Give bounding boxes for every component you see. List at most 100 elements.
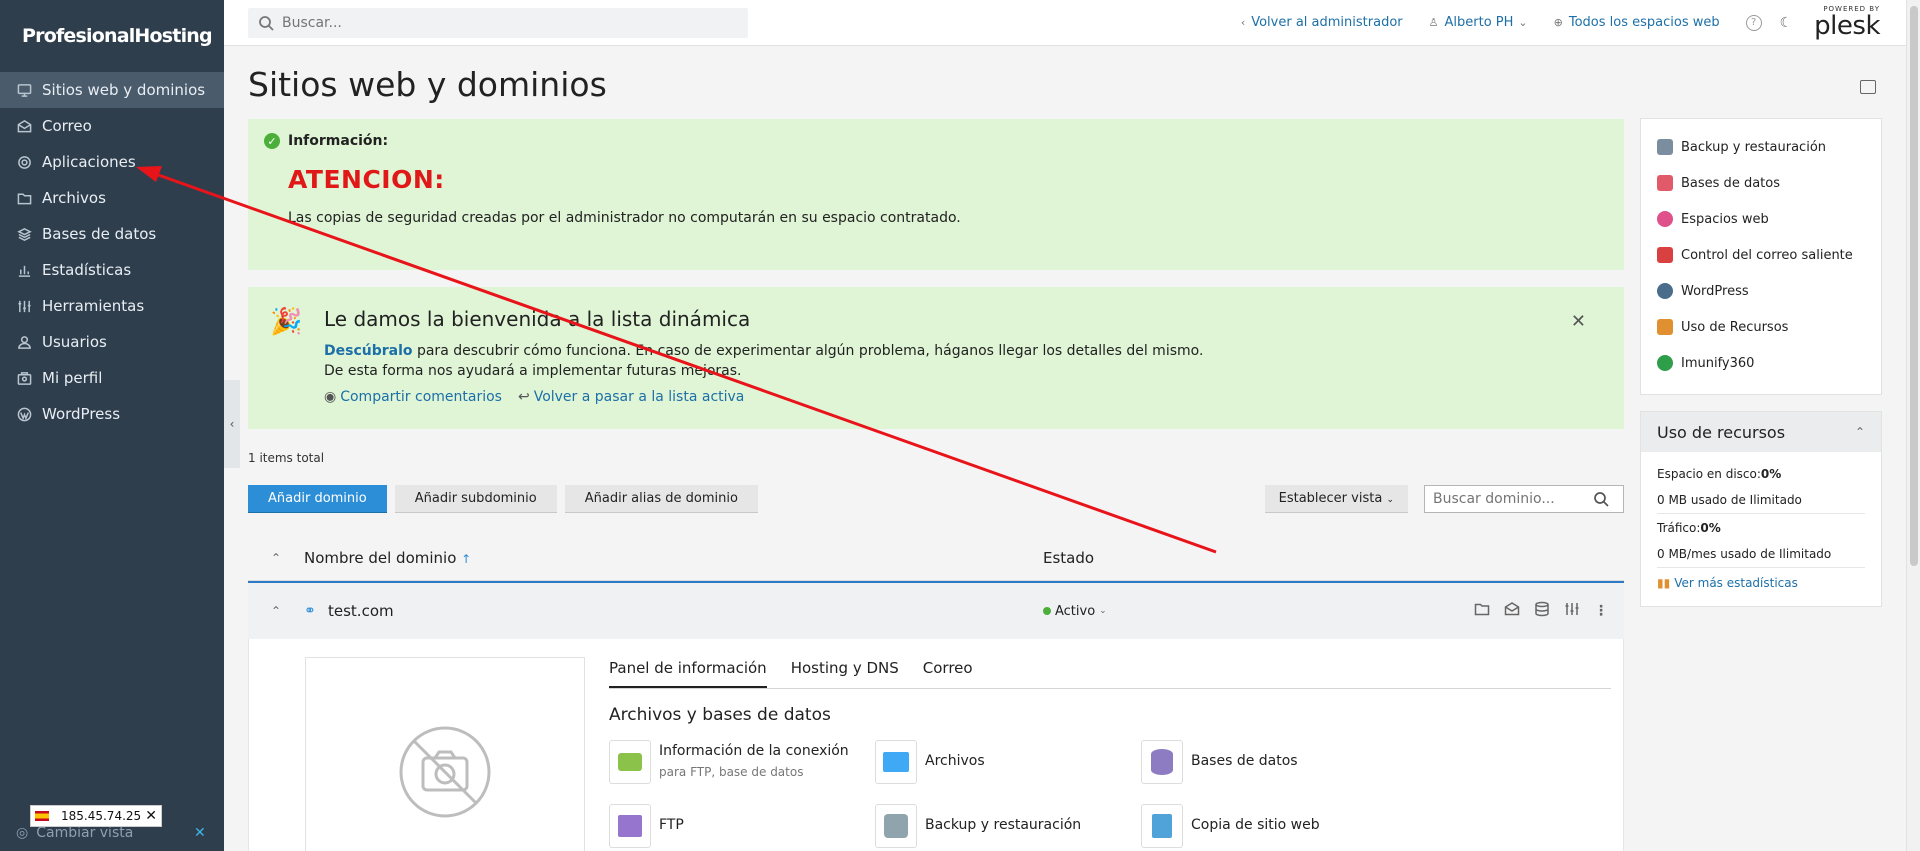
theme-moon-icon[interactable]: ☾ [1780, 15, 1793, 31]
all-spaces-link[interactable]: ⊕ Todos los espacios web [1554, 15, 1720, 30]
chevron-up-icon[interactable]: ⌃ [1855, 425, 1865, 439]
quick-link-imunify[interactable]: Imunify360 [1657, 345, 1865, 381]
sidebar-item-wordpress[interactable]: WordPress [0, 396, 224, 432]
tile-title: Información de la conexión [659, 743, 849, 759]
info-panel: ✓ Información: ATENCION: Las copias de s… [248, 119, 1624, 270]
sidebar-collapse-handle[interactable]: ‹ [224, 380, 240, 468]
webspace-icon [1657, 211, 1673, 227]
set-view-button[interactable]: Establecer vista ⌄ [1264, 485, 1408, 513]
add-subdomain-button[interactable]: Añadir subdominio [394, 485, 557, 513]
search-icon [259, 15, 274, 31]
tile-title: Backup y restauración [925, 817, 1082, 833]
globe-icon: ⊕ [1553, 16, 1563, 29]
quick-link-wordpress[interactable]: WordPress [1657, 273, 1865, 309]
database-icon[interactable] [1534, 601, 1550, 621]
sidebar-item-mi-perfil[interactable]: Mi perfil [0, 360, 224, 396]
quick-link-webspaces[interactable]: Espacios web [1657, 201, 1865, 237]
tile-backup[interactable]: Backup y restauración [875, 804, 1081, 848]
disk-value: 0% [1760, 466, 1782, 481]
global-search[interactable] [248, 7, 748, 38]
info-header: ✓ Información: [264, 133, 1608, 149]
quick-link-databases[interactable]: Bases de datos [1657, 165, 1865, 201]
copy-icon [1141, 804, 1183, 848]
welcome-title: Le damos la bienvenida a la lista dinámi… [324, 307, 751, 331]
help-icon[interactable]: ? [1745, 14, 1762, 31]
quick-link-backup[interactable]: Backup y restauración [1657, 129, 1865, 165]
user-menu[interactable]: ♙ Alberto PH ⌄ [1429, 15, 1528, 30]
sidebar-item-archivos[interactable]: Archivos [0, 180, 224, 216]
close-icon[interactable]: ✕ [145, 808, 157, 824]
sidebar-item-usuarios[interactable]: Usuarios [0, 324, 224, 360]
tab-hosting-dns[interactable]: Hosting y DNS [791, 659, 899, 688]
page-title: Sitios web y dominios [248, 65, 607, 104]
tab-panel-informacion[interactable]: Panel de información [609, 659, 767, 688]
tile-ftp[interactable]: FTP [609, 804, 684, 848]
sidebar-item-bases-de-datos[interactable]: Bases de datos [0, 216, 224, 252]
quick-link-resource-usage[interactable]: Uso de Recursos [1657, 309, 1865, 345]
domain-name[interactable]: test.com [328, 602, 1043, 620]
more-stats-label: Ver más estadísticas [1674, 576, 1798, 590]
mail-icon [16, 118, 32, 134]
close-icon[interactable]: ✕ [1571, 311, 1586, 332]
tile-title: Archivos [925, 753, 985, 769]
resource-usage-header[interactable]: Uso de recursos ⌃ [1641, 412, 1881, 452]
tile-title: Copia de sitio web [1191, 817, 1320, 833]
more-stats-link[interactable]: ▮▮ Ver más estadísticas [1657, 568, 1865, 598]
section-title: Archivos y bases de datos [609, 705, 831, 725]
folder-icon [875, 740, 917, 784]
search-icon[interactable] [1593, 491, 1609, 507]
share-feedback-link[interactable]: ◉ Compartir comentarios [324, 389, 502, 405]
folder-icon[interactable] [1474, 601, 1490, 621]
tile-copy-site[interactable]: Copia de sitio web [1141, 804, 1320, 848]
chevron-up-icon[interactable]: ⌃ [248, 604, 304, 618]
quick-link-label: Control del correo saliente [1681, 247, 1853, 263]
col-domain-name[interactable]: Nombre del dominio ↑ [304, 549, 1043, 567]
add-domain-button[interactable]: Añadir dominio [248, 485, 387, 513]
sidebar-item-correo[interactable]: Correo [0, 108, 224, 144]
domain-search-input[interactable] [1425, 491, 1593, 507]
collapse-all-icon[interactable]: ⌃ [248, 551, 304, 565]
sidebar-item-label: Herramientas [42, 297, 145, 315]
cambiar-vista-button[interactable]: ◎ Cambiar vista ✕ [16, 825, 206, 841]
back-to-admin-link[interactable]: ‹ Volver al administrador [1241, 15, 1403, 30]
sidebar-item-sitios[interactable]: Sitios web y dominios [0, 72, 224, 108]
search-input[interactable] [282, 14, 722, 31]
resource-usage-card: Uso de recursos ⌃ Espacio en disco: 0% 0 … [1640, 411, 1882, 607]
sidebar-item-aplicaciones[interactable]: Aplicaciones [0, 144, 224, 180]
traffic-usage-detail: 0 MB/mes usado de Ilimitado [1657, 541, 1865, 568]
right-panel-toggle-icon[interactable] [1860, 80, 1876, 94]
sliders-icon[interactable] [1564, 601, 1580, 621]
add-alias-button[interactable]: Añadir alias de dominio [564, 485, 758, 513]
welcome-desc-text: para descubrir cómo funciona. En caso de… [324, 343, 1204, 379]
sidebar-nav: Sitios web y dominios Correo Aplicacione… [0, 72, 224, 432]
tile-files[interactable]: Archivos [875, 740, 985, 784]
right-sidebar: Backup y restauración Bases de datos Esp… [1640, 118, 1882, 607]
backup-icon [1657, 139, 1673, 155]
status-badge[interactable]: Activo ⌄ [1043, 604, 1107, 619]
back-to-active-list-link[interactable]: ↩ Volver a pasar a la lista activa [518, 389, 744, 405]
mail-icon[interactable] [1504, 601, 1520, 621]
more-vertical-icon[interactable]: ⋮ [1594, 603, 1608, 619]
status-dot [1043, 607, 1051, 615]
col-status[interactable]: Estado [1043, 549, 1094, 567]
brand-logo[interactable]: ProfesionalHosting [0, 0, 224, 72]
sidebar-item-estadisticas[interactable]: Estadísticas [0, 252, 224, 288]
quick-links-card: Backup y restauración Bases de datos Esp… [1640, 118, 1882, 395]
quick-link-mail-control[interactable]: Control del correo saliente [1657, 237, 1865, 273]
tab-correo[interactable]: Correo [923, 659, 973, 688]
tile-connection-info[interactable]: Información de la conexión para FTP, base… [609, 740, 849, 784]
quick-link-label: Imunify360 [1681, 355, 1755, 371]
monitor-icon [16, 82, 32, 98]
tile-databases[interactable]: Bases de datos [1141, 740, 1298, 784]
close-icon[interactable]: ✕ [194, 825, 206, 841]
discover-link[interactable]: Descúbralo [324, 343, 413, 359]
scrollbar-thumb[interactable] [1910, 6, 1918, 566]
domain-search[interactable] [1424, 485, 1624, 513]
page-scrollbar[interactable] [1906, 0, 1920, 851]
traffic-value: 0% [1700, 520, 1721, 535]
wordpress-icon [1657, 283, 1673, 299]
table-row[interactable]: ⌃ ⚭ test.com Activo ⌄ ⋮ [248, 581, 1624, 639]
row-actions: ⋮ [1460, 601, 1608, 621]
sidebar-item-herramientas[interactable]: Herramientas [0, 288, 224, 324]
disk-usage-row: Espacio en disco: 0% [1657, 460, 1865, 487]
